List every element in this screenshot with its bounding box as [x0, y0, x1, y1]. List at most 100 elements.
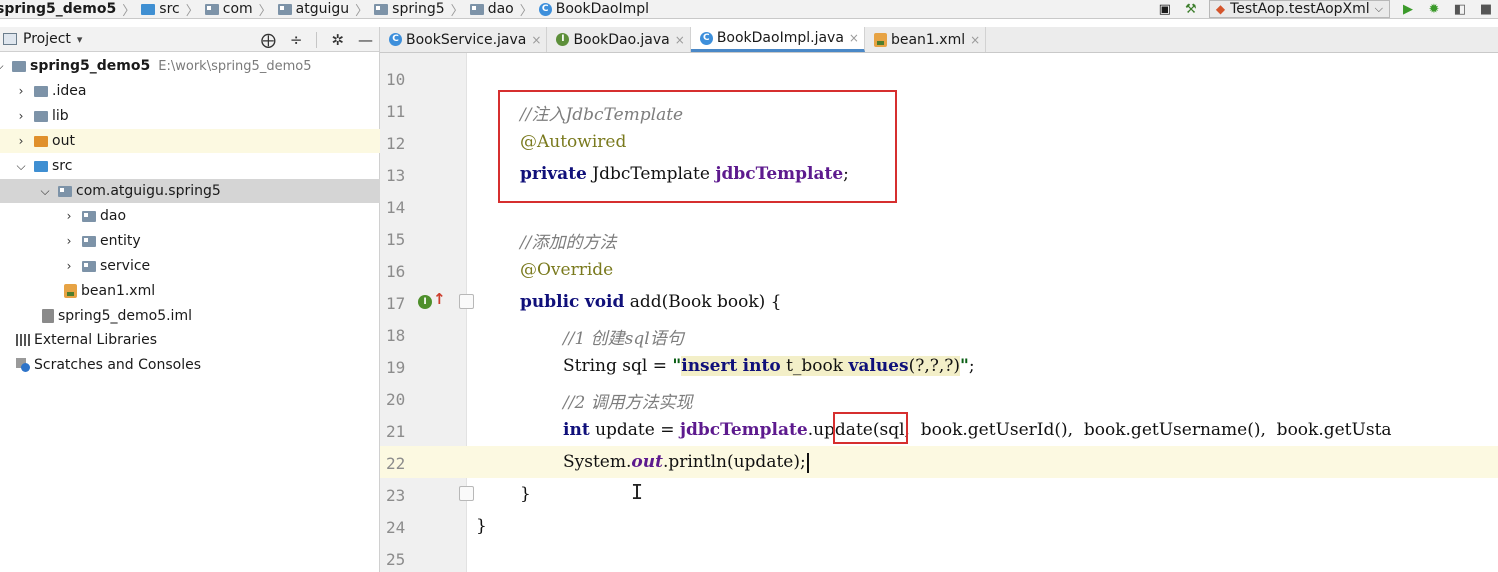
source-folder-icon	[141, 3, 156, 15]
divider	[316, 31, 318, 48]
code-text: }	[520, 484, 531, 504]
fold-icon[interactable]	[459, 294, 474, 309]
minimize-icon[interactable]: —	[358, 31, 373, 49]
tree-item-com-atguigu-spring5[interactable]: ⌵ com.atguigu.spring5	[0, 179, 380, 203]
code-editor[interactable]: 10 11 //注入JdbcTemplate 12 @Autowired 13 …	[380, 53, 1498, 572]
line-number: 25	[386, 550, 406, 569]
close-icon[interactable]: ×	[970, 33, 980, 47]
tree-item-src[interactable]: ⌵ src	[0, 154, 380, 178]
package-icon	[82, 235, 96, 247]
code-line-current: 22 System.out.println(update);	[380, 446, 1498, 478]
chevron-down-icon[interactable]: ⌵	[0, 59, 6, 74]
breadcrumb-item-module[interactable]: spring5_demo5	[0, 1, 118, 17]
package-icon	[204, 3, 219, 15]
coverage-icon[interactable]: ◧	[1452, 1, 1468, 17]
iml-file-icon	[42, 309, 54, 323]
code-text: String sql = "insert into t_book values(…	[563, 356, 975, 376]
tree-item-spring5-demo5[interactable]: ⌵ spring5_demo5 E:\work\spring5_demo5	[0, 54, 380, 78]
close-icon[interactable]: ×	[675, 33, 685, 47]
code-text: public void add(Book book) {	[520, 292, 781, 312]
breadcrumb-item-spring5[interactable]: spring5	[372, 1, 447, 17]
implements-method-icon[interactable]: I	[418, 295, 432, 309]
tree-item-lib[interactable]: › lib	[0, 104, 380, 128]
chevron-right-icon[interactable]: ›	[62, 209, 76, 223]
chevron-right-icon[interactable]: ›	[62, 234, 76, 248]
layout-icon[interactable]: ▣	[1157, 1, 1173, 17]
tree-item-external-libraries[interactable]: External Libraries	[0, 328, 380, 352]
chevron-down-icon: ⌵	[1374, 2, 1383, 15]
chevron-down-icon[interactable]: ⌵	[14, 159, 28, 174]
tree-item-idea[interactable]: › .idea	[0, 79, 380, 103]
project-panel: Project ▾ ⨁ ÷ ✲ — ⌵ spring5_demo5 E:\wor…	[0, 27, 380, 572]
line-number: 15	[386, 230, 406, 249]
text-caret	[806, 452, 809, 473]
fold-icon[interactable]	[459, 486, 474, 501]
code-line: 25	[380, 542, 1498, 572]
tree-item-service[interactable]: › service	[0, 254, 380, 278]
code-comment: //1 创建sql语句	[563, 329, 684, 349]
source-folder-icon	[34, 160, 48, 172]
chevron-right-icon: 〉	[185, 3, 199, 19]
tree-item-entity[interactable]: › entity	[0, 229, 380, 253]
tab-bookservice[interactable]: C BookService.java ×	[380, 27, 548, 52]
code-line: 19 String sql = "insert into t_book valu…	[380, 350, 1498, 382]
test-config-icon: ◆	[1215, 2, 1226, 16]
chevron-right-icon[interactable]: ›	[14, 134, 28, 148]
package-icon	[469, 3, 484, 15]
code-line: 17 I ↑ public void add(Book book) {	[380, 286, 1498, 318]
breadcrumb-item-dao[interactable]: dao	[468, 1, 516, 17]
tree-item-dao[interactable]: › dao	[0, 204, 380, 228]
gear-icon[interactable]: ✲	[331, 31, 344, 49]
tree-item-out[interactable]: › out	[0, 129, 380, 153]
chevron-right-icon: 〉	[122, 3, 136, 19]
xml-file-icon	[873, 32, 887, 47]
xml-file-icon	[64, 284, 77, 298]
class-icon: C	[538, 2, 552, 16]
tree-item-scratches[interactable]: Scratches and Consoles	[0, 353, 380, 377]
code-keyword: public	[520, 292, 580, 312]
line-number: 19	[386, 358, 406, 377]
breadcrumb-item-src[interactable]: src	[139, 1, 181, 17]
tree-item-bean1-xml[interactable]: bean1.xml	[0, 279, 380, 303]
code-comment: //添加的方法	[520, 233, 617, 253]
package-icon	[58, 185, 72, 197]
toolbar: ▣ ⚒ ◆ TestAop.testAopXml ⌵ ▶ ✹ ◧ ■	[1157, 0, 1498, 18]
tab-bookdaoimpl[interactable]: C BookDaoImpl.java ×	[690, 27, 865, 52]
collapse-all-icon[interactable]: ÷	[290, 31, 303, 49]
chevron-right-icon[interactable]: ›	[14, 109, 28, 123]
close-icon[interactable]: ×	[849, 31, 859, 45]
code-line: 15 //添加的方法	[380, 222, 1498, 254]
build-hammer-icon[interactable]: ⚒	[1183, 1, 1199, 17]
breadcrumb-item-atguigu[interactable]: atguigu	[276, 1, 351, 17]
breadcrumb: spring5_demo5 〉 src 〉 com 〉 atguigu 〉 sp…	[0, 0, 651, 19]
line-number: 12	[386, 134, 406, 153]
code-annotation: @Override	[520, 260, 614, 280]
chevron-right-icon[interactable]: ›	[62, 259, 76, 273]
package-icon	[82, 260, 96, 272]
locate-target-icon[interactable]: ⨁	[261, 31, 276, 49]
chevron-right-icon: 〉	[450, 3, 464, 19]
project-window-icon	[3, 33, 17, 45]
run-configuration-select[interactable]: ◆ TestAop.testAopXml ⌵	[1208, 0, 1390, 18]
chevron-right-icon: 〉	[355, 3, 369, 19]
breadcrumb-item-bookdaoimpl[interactable]: C BookDaoImpl	[537, 1, 651, 17]
chevron-down-icon[interactable]: ⌵	[38, 184, 52, 199]
stop-icon[interactable]: ■	[1478, 1, 1494, 17]
interface-icon: I	[556, 33, 570, 46]
project-view-selector[interactable]: Project ▾	[0, 31, 82, 47]
editor-tabs: C BookService.java × I BookDao.java × C …	[380, 27, 1498, 53]
breadcrumb-item-com[interactable]: com	[203, 1, 255, 17]
line-number: 17	[386, 294, 406, 313]
chevron-right-icon[interactable]: ›	[14, 84, 28, 98]
close-icon[interactable]: ×	[531, 33, 541, 47]
debug-icon[interactable]: ✹	[1426, 1, 1442, 17]
scratches-icon	[16, 358, 30, 372]
run-icon[interactable]: ▶	[1400, 1, 1416, 17]
highlight-box-update	[833, 412, 908, 444]
tree-item-iml[interactable]: spring5_demo5.iml	[0, 304, 380, 328]
module-folder-icon	[12, 60, 26, 72]
tab-bookdao[interactable]: I BookDao.java ×	[547, 27, 691, 52]
arrow-up-icon[interactable]: ↑	[433, 290, 446, 308]
tab-bean1-xml[interactable]: bean1.xml ×	[865, 27, 987, 52]
highlight-box-jdbctemplate	[498, 90, 897, 203]
